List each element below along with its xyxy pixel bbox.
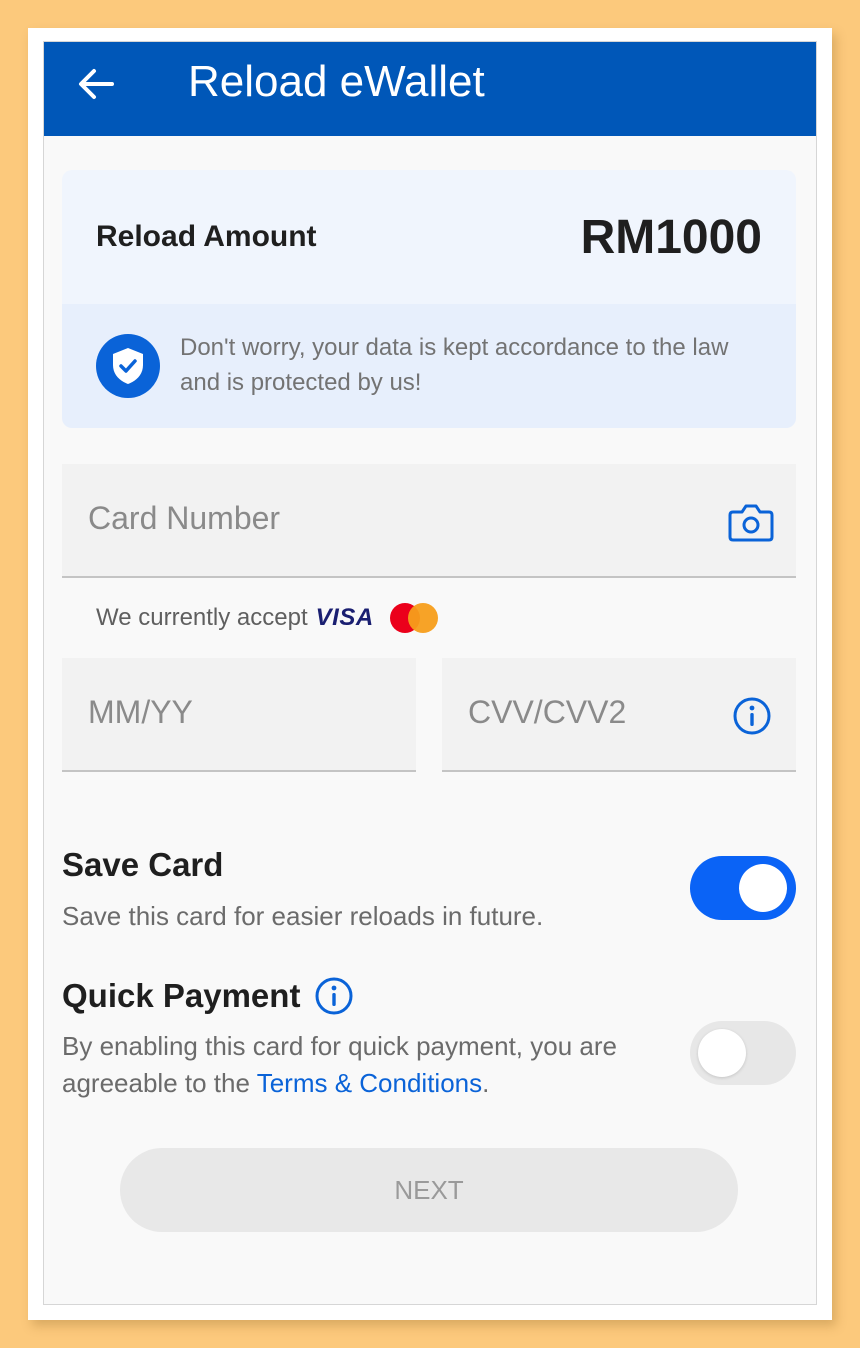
info-icon (733, 697, 771, 735)
quick-payment-text-end: . (482, 1068, 490, 1098)
back-button[interactable] (74, 62, 118, 106)
reload-amount-label: Reload Amount (96, 220, 317, 253)
cvv-field[interactable]: CVV/CVV2 (442, 658, 796, 772)
visa-logo: VISA (315, 604, 374, 631)
cvv-placeholder: CVV/CVV2 (468, 694, 627, 730)
save-card-toggle[interactable] (690, 856, 796, 920)
data-protection-notice: Don't worry, your data is kept accordanc… (62, 304, 796, 428)
toggle-knob (739, 864, 787, 912)
quick-payment-description: By enabling this card for quick payment,… (62, 1028, 662, 1102)
save-card-description: Save this card for easier reloads in fut… (62, 901, 544, 931)
reload-amount-card: Reload Amount RM1000 Don't worry, your d… (62, 170, 796, 428)
card-number-placeholder: Card Number (88, 500, 281, 536)
toggle-knob (698, 1029, 746, 1077)
scan-card-button[interactable] (728, 502, 774, 542)
data-protection-text: Don't worry, your data is kept accordanc… (180, 334, 729, 396)
accepted-cards-text: We currently accept (96, 604, 308, 631)
quick-payment-title-row: Quick Payment (62, 976, 354, 1016)
quick-payment-toggle[interactable] (690, 1021, 796, 1085)
info-icon[interactable] (314, 976, 354, 1016)
device-frame: Reload eWallet Reload Amount RM1000 Don'… (28, 28, 832, 1320)
camera-icon (728, 504, 774, 542)
terms-link[interactable]: Terms & Conditions (257, 1068, 482, 1098)
page-title: Reload eWallet (188, 57, 485, 106)
quick-payment-title: Quick Payment (62, 977, 301, 1014)
reload-amount-row: Reload Amount RM1000 (62, 170, 796, 304)
expiry-field[interactable]: MM/YY (62, 658, 416, 772)
app-screen: Reload eWallet Reload Amount RM1000 Don'… (43, 41, 817, 1305)
accepted-cards-row: We currently accept VISA (96, 598, 440, 638)
reload-amount-value: RM1000 (580, 211, 762, 264)
arrow-left-icon (79, 69, 114, 99)
card-number-field[interactable]: Card Number (62, 464, 796, 578)
cvv-info-button[interactable] (732, 696, 772, 736)
app-bar: Reload eWallet (44, 42, 816, 136)
save-card-title: Save Card (62, 846, 224, 883)
mastercard-logo (389, 601, 440, 635)
shield-check-icon (96, 334, 160, 398)
expiry-placeholder: MM/YY (88, 694, 193, 730)
next-button[interactable]: NEXT (120, 1148, 738, 1232)
